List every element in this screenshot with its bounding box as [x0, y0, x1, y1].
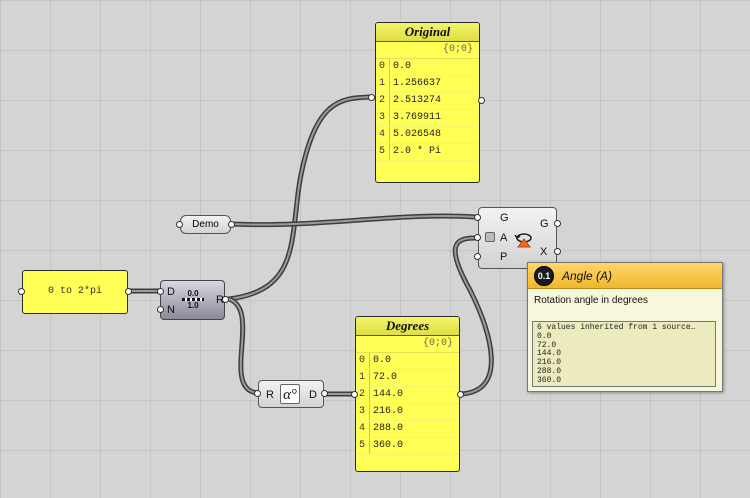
wire-range-to-original [226, 94, 373, 302]
panel-row: 3 3.769911 [376, 110, 479, 127]
tooltip-line: 144.0 [537, 349, 562, 359]
panel-path: {0;0} [376, 42, 479, 59]
tooltip-description: Rotation angle in degrees [534, 295, 648, 306]
tooltip-line: 288.0 [537, 366, 562, 376]
range-input-n-grip[interactable] [157, 306, 164, 313]
degrees-input-r: R [266, 389, 274, 401]
degrees-output-d: D [309, 389, 317, 401]
panel-row: 4 288.0 [356, 421, 459, 438]
degrees-panel-output-grip[interactable] [457, 391, 464, 398]
tooltip-line: 72.0 [537, 340, 557, 350]
panel-row: 0 0.0 [356, 353, 459, 370]
angle-expression-icon [485, 232, 495, 242]
degrees-component[interactable]: R D α° [258, 380, 324, 408]
rotate-input-g-grip[interactable] [474, 214, 481, 221]
range-component[interactable]: D N R 0.0 1.0 [160, 280, 225, 320]
panel-row: 1 72.0 [356, 370, 459, 387]
original-panel-output-grip[interactable] [478, 97, 485, 104]
domain-panel[interactable]: 0 to 2*pi [22, 270, 128, 314]
panel-row: 5 2.0 * Pi [376, 144, 479, 161]
tooltip-line: 216.0 [537, 358, 562, 368]
range-input-d-grip[interactable] [157, 288, 164, 295]
degrees-output-grip[interactable] [321, 390, 328, 397]
domain-input-grip[interactable] [18, 288, 25, 295]
rotate-output-g: G [540, 218, 549, 230]
range-input-d: D [167, 286, 175, 298]
rotate-icon [514, 233, 532, 248]
degrees-input-grip[interactable] [254, 390, 261, 397]
rotate-output-x: X [540, 246, 548, 258]
rotate-input-a: A [500, 232, 508, 244]
demo-param[interactable]: Demo [180, 215, 231, 234]
tooltip-values-box: 6 values inherited from 1 source… 0.0 72… [532, 321, 716, 387]
rotate-output-x-grip[interactable] [554, 248, 561, 255]
tooltip-line: 6 values inherited from 1 source… [537, 323, 696, 332]
rotate-input-g: G [500, 212, 509, 224]
number-param-icon: 0.1 [534, 265, 554, 286]
range-icon: 0.0 1.0 [181, 289, 205, 311]
panel-path: {0;0} [356, 336, 459, 353]
original-panel-input-grip[interactable] [368, 94, 375, 101]
degrees-icon: α° [280, 384, 300, 404]
demo-param-label: Demo [192, 219, 219, 230]
panel-row: 1 1.256637 [376, 76, 479, 93]
panel-row: 2 144.0 [356, 387, 459, 404]
angle-tooltip: 0.1 Angle (A) Rotation angle in degrees … [527, 262, 723, 392]
canvas[interactable]: Original {0;0} 0 0.0 1 1.256637 2 2.513274 … [0, 0, 750, 498]
rotate-output-g-grip[interactable] [554, 220, 561, 227]
panel-row: 5 360.0 [356, 438, 459, 455]
rotate-component[interactable]: G A P G X [478, 207, 557, 269]
rotate-input-p-grip[interactable] [474, 253, 481, 260]
domain-output-grip[interactable] [125, 288, 132, 295]
rotate-input-a-grip[interactable] [474, 234, 481, 241]
range-output-r-grip[interactable] [222, 296, 229, 303]
panel-row: 3 216.0 [356, 404, 459, 421]
degrees-panel-input-grip[interactable] [351, 391, 358, 398]
wire-range-to-degrees [226, 296, 261, 396]
panel-title: Original [376, 23, 479, 42]
panel-row: 2 2.513274 [376, 93, 479, 110]
degrees-panel[interactable]: Degrees {0;0} 0 0.0 1 72.0 2 144.0 3 216.0 4… [355, 316, 460, 472]
range-input-n: N [167, 304, 175, 316]
tooltip-title: Angle (A) [562, 268, 613, 283]
panel-title: Degrees [356, 317, 459, 336]
tooltip-line: 360.0 [537, 375, 562, 385]
demo-input-grip[interactable] [176, 221, 183, 228]
tooltip-line: 0.0 [537, 331, 552, 341]
panel-row: 4 5.026548 [376, 127, 479, 144]
tooltip-header: 0.1 Angle (A) [528, 263, 722, 289]
rotate-input-p: P [500, 251, 508, 263]
original-panel[interactable]: Original {0;0} 0 0.0 1 1.256637 2 2.513274 … [375, 22, 480, 183]
domain-panel-value: 0 to 2*pi [47, 286, 102, 297]
panel-row: 0 0.0 [376, 59, 479, 76]
demo-output-grip[interactable] [228, 221, 235, 228]
